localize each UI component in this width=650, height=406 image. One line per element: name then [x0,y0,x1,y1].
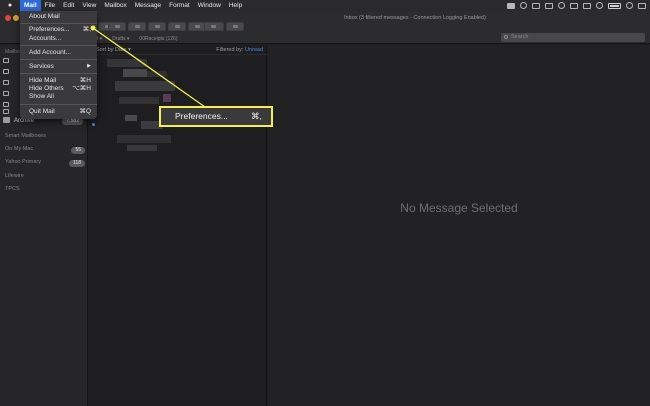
section-on-my-mac[interactable]: On My Mac 55 [5,146,85,154]
junk-icon [3,101,9,107]
window-toolbar: Inbox (3 filtered messages - Connection … [0,11,650,44]
mute-button[interactable] [226,22,244,31]
menu-separator [20,59,97,60]
section-on-my-mac-label: On My Mac [5,146,34,152]
menu-item-add-account[interactable]: Add Account... [29,48,91,57]
submenu-arrow-icon: ▶ [87,63,91,69]
minimize-window-button[interactable] [13,15,19,21]
window-title: Inbox (3 filtered messages - Connection … [344,15,486,21]
no-message-selected-text: No Message Selected [400,201,518,215]
menu-item-services[interactable]: Services ▶ [29,62,91,71]
wifi-icon[interactable] [596,2,603,9]
services-label: Services [29,63,54,70]
notification-icon[interactable] [638,2,646,9]
section-tpcs[interactable]: TPCS [5,186,20,192]
filter-status[interactable]: Filtered by: Unread [216,47,263,53]
menu-separator [20,45,97,46]
spotlight-icon[interactable] [626,2,633,9]
menu-separator [20,104,97,105]
mail-app-screen: ● Mail File Edit View Mailbox Message Fo… [0,0,650,406]
menu-help[interactable]: Help [225,0,246,11]
menu-edit[interactable]: Edit [59,0,78,11]
message-viewer: No Message Selected [268,45,650,406]
close-window-button[interactable] [5,15,11,21]
compose-button[interactable] [108,22,126,31]
hide-mail-label: Hide Mail [29,77,57,84]
trash-icon [3,108,9,114]
message-list: Sort by Date ▾ Filtered by: Unread [89,45,267,406]
favorites-bar: Sent ▾ Drafts ▾ 00Receipts (126) [88,36,178,44]
inbox-icon [3,57,9,63]
menu-file[interactable]: File [41,0,59,11]
menu-mail[interactable]: Mail [20,0,41,11]
menu-bar: ● Mail File Edit View Mailbox Message Fo… [0,0,650,11]
search-placeholder: Search [511,34,529,40]
apple-icon[interactable]: ● [0,2,20,9]
sort-by-date-button[interactable]: Sort by Date ▾ [96,47,131,53]
upload-icon[interactable] [545,2,553,9]
section-lifewire[interactable]: Lifewire [5,173,24,179]
callout-label: Preferences... [175,111,228,121]
timer-icon[interactable] [520,2,527,9]
menu-separator [20,73,97,74]
menu-separator [20,23,97,24]
quit-mail-shortcut: ⌘Q [79,108,91,115]
section-yahoo-primary[interactable]: Yahoo Primary 118 [5,159,85,167]
quit-mail-label: Quit Mail [29,108,55,115]
smart-mailboxes-label[interactable]: Smart Mailboxes [5,133,46,139]
bluetooth-icon[interactable] [583,2,591,9]
menu-item-show-all[interactable]: Show All [29,92,91,101]
unread-indicator [92,123,95,126]
search-field[interactable]: Search [501,33,645,42]
status-tray [507,0,646,11]
cloud-icon[interactable] [532,2,540,9]
filter-value: Unread [244,47,263,53]
menu-item-preferences[interactable]: Preferences... ⌘, [29,25,91,34]
flag-icon [3,68,9,74]
preferences-label: Preferences... [29,26,70,33]
sent-icon [3,90,9,96]
show-all-label: Show All [29,93,54,100]
archive-icon [3,117,10,124]
battery-icon[interactable] [608,2,621,9]
section-yahoo-primary-label: Yahoo Primary [5,159,41,165]
archive-button[interactable] [128,22,146,31]
add-account-label: Add Account... [29,49,71,56]
favorite-drafts[interactable]: Drafts ▾ [112,36,129,44]
preferences-shortcut: ⌘, [82,26,91,33]
menu-item-accounts[interactable]: Accounts... [29,34,91,43]
menu-item-quit-mail[interactable]: Quit Mail ⌘Q [29,107,91,116]
mail-menu-dropdown: About Mail Preferences... ⌘, Accounts... … [20,11,97,119]
search-icon [504,35,508,39]
menu-item-about-mail[interactable]: About Mail [29,12,91,21]
callout-shortcut: ⌘, [251,111,262,121]
blurred-message-previews[interactable] [97,59,267,151]
menu-window[interactable]: Window [194,0,225,11]
preferences-callout: Preferences... ⌘, [159,106,273,127]
clock-icon[interactable] [558,2,565,9]
menu-view[interactable]: View [78,0,100,11]
flag-button[interactable] [204,22,224,31]
menu-format[interactable]: Format [165,0,194,11]
filter-label: Filtered by: [216,47,244,53]
list-header: Sort by Date ▾ Filtered by: Unread [89,45,267,55]
reply-all-button[interactable] [168,22,186,31]
about-mail-label: About Mail [29,13,60,20]
dropbox-icon[interactable] [507,2,515,9]
archive-count-badge: 7,582 [62,118,83,125]
hide-others-label: Hide Others [29,85,64,92]
on-my-mac-count-badge: 55 [71,147,85,154]
yahoo-primary-count-badge: 118 [69,160,85,167]
favorite-receipts[interactable]: 00Receipts (126) [139,36,177,44]
reply-button[interactable] [148,22,166,31]
menu-message[interactable]: Message [131,0,165,11]
display-icon[interactable] [570,2,578,9]
accounts-label: Accounts... [29,35,62,42]
menu-mailbox[interactable]: Mailbox [100,0,130,11]
drafts-icon [3,79,9,85]
